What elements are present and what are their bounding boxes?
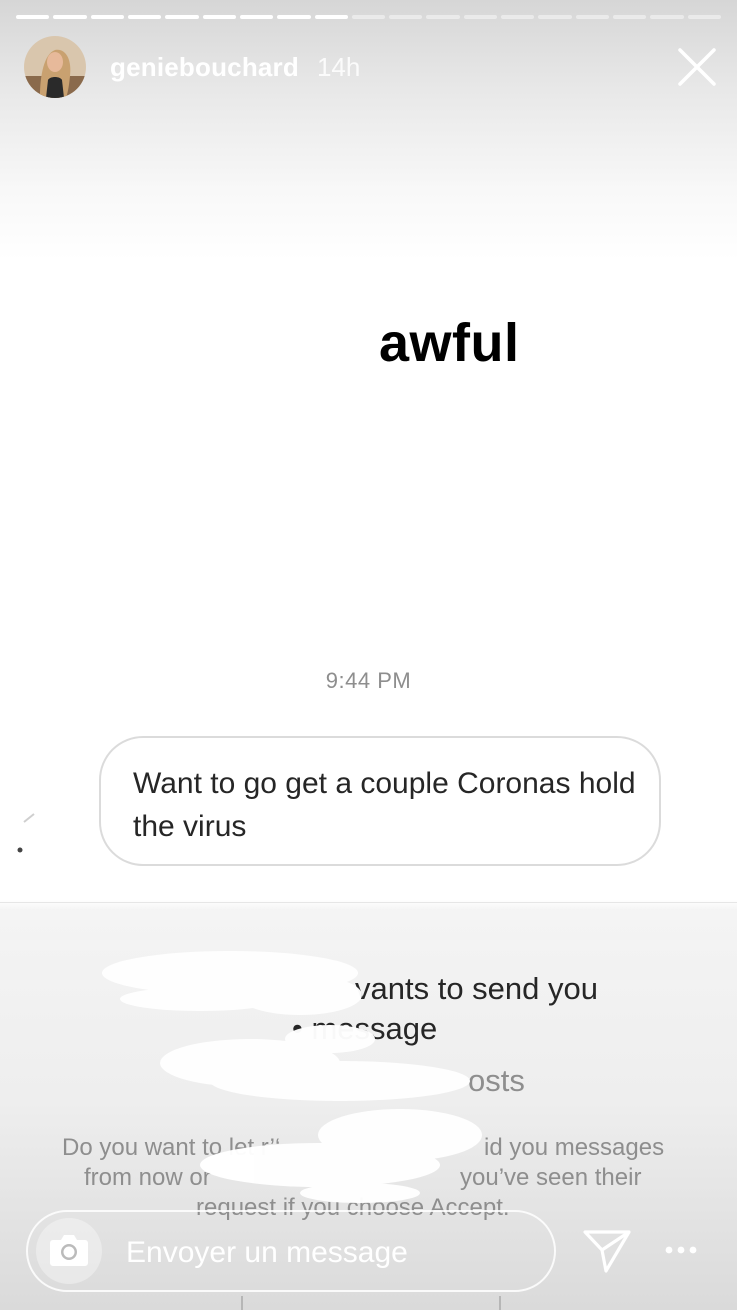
progress-segment (687, 15, 721, 19)
message-bubble: Want to go get a couple Coronas hold the… (99, 736, 661, 866)
close-icon[interactable] (676, 46, 718, 88)
progress-segment (202, 15, 236, 19)
progress-segment (277, 15, 311, 19)
progress-segment (501, 15, 535, 19)
more-icon[interactable] (664, 1242, 698, 1258)
progress-segment (426, 15, 460, 19)
progress-segment (16, 15, 50, 19)
progress-segment (351, 15, 386, 19)
progress-segment (90, 15, 124, 19)
partial-avatar-mark (17, 813, 35, 853)
progress-segment (389, 15, 423, 19)
progress-segment (538, 15, 572, 19)
bottom-edge-dividers (241, 1296, 501, 1310)
reply-input[interactable]: Envoyer un message (126, 1236, 408, 1270)
progress-segment (165, 15, 199, 19)
progress-segment (53, 15, 87, 19)
story-viewer: geniebouchard 14h awful 9:44 PM Want to … (0, 0, 737, 1310)
avatar[interactable] (24, 36, 86, 98)
story-progress-bar (16, 15, 721, 19)
message-text: Want to go get a couple Coronas hold the… (133, 767, 636, 843)
progress-segment (575, 15, 609, 19)
progress-segment (314, 15, 348, 19)
message-timestamp: 9:44 PM (325, 668, 412, 693)
camera-icon (50, 1235, 88, 1266)
reply-input-bar[interactable]: Envoyer un message (26, 1210, 556, 1292)
story-time: 14h (316, 51, 361, 82)
progress-segment (650, 15, 684, 19)
progress-segment (463, 15, 498, 19)
progress-segment (127, 15, 162, 19)
progress-segment (239, 15, 274, 19)
story-header: geniebouchard 14h (24, 36, 360, 98)
send-icon[interactable] (582, 1228, 632, 1274)
camera-button[interactable] (36, 1218, 102, 1284)
story-username[interactable]: geniebouchard (110, 52, 299, 83)
story-caption: awful (379, 313, 520, 373)
progress-segment (613, 15, 647, 19)
